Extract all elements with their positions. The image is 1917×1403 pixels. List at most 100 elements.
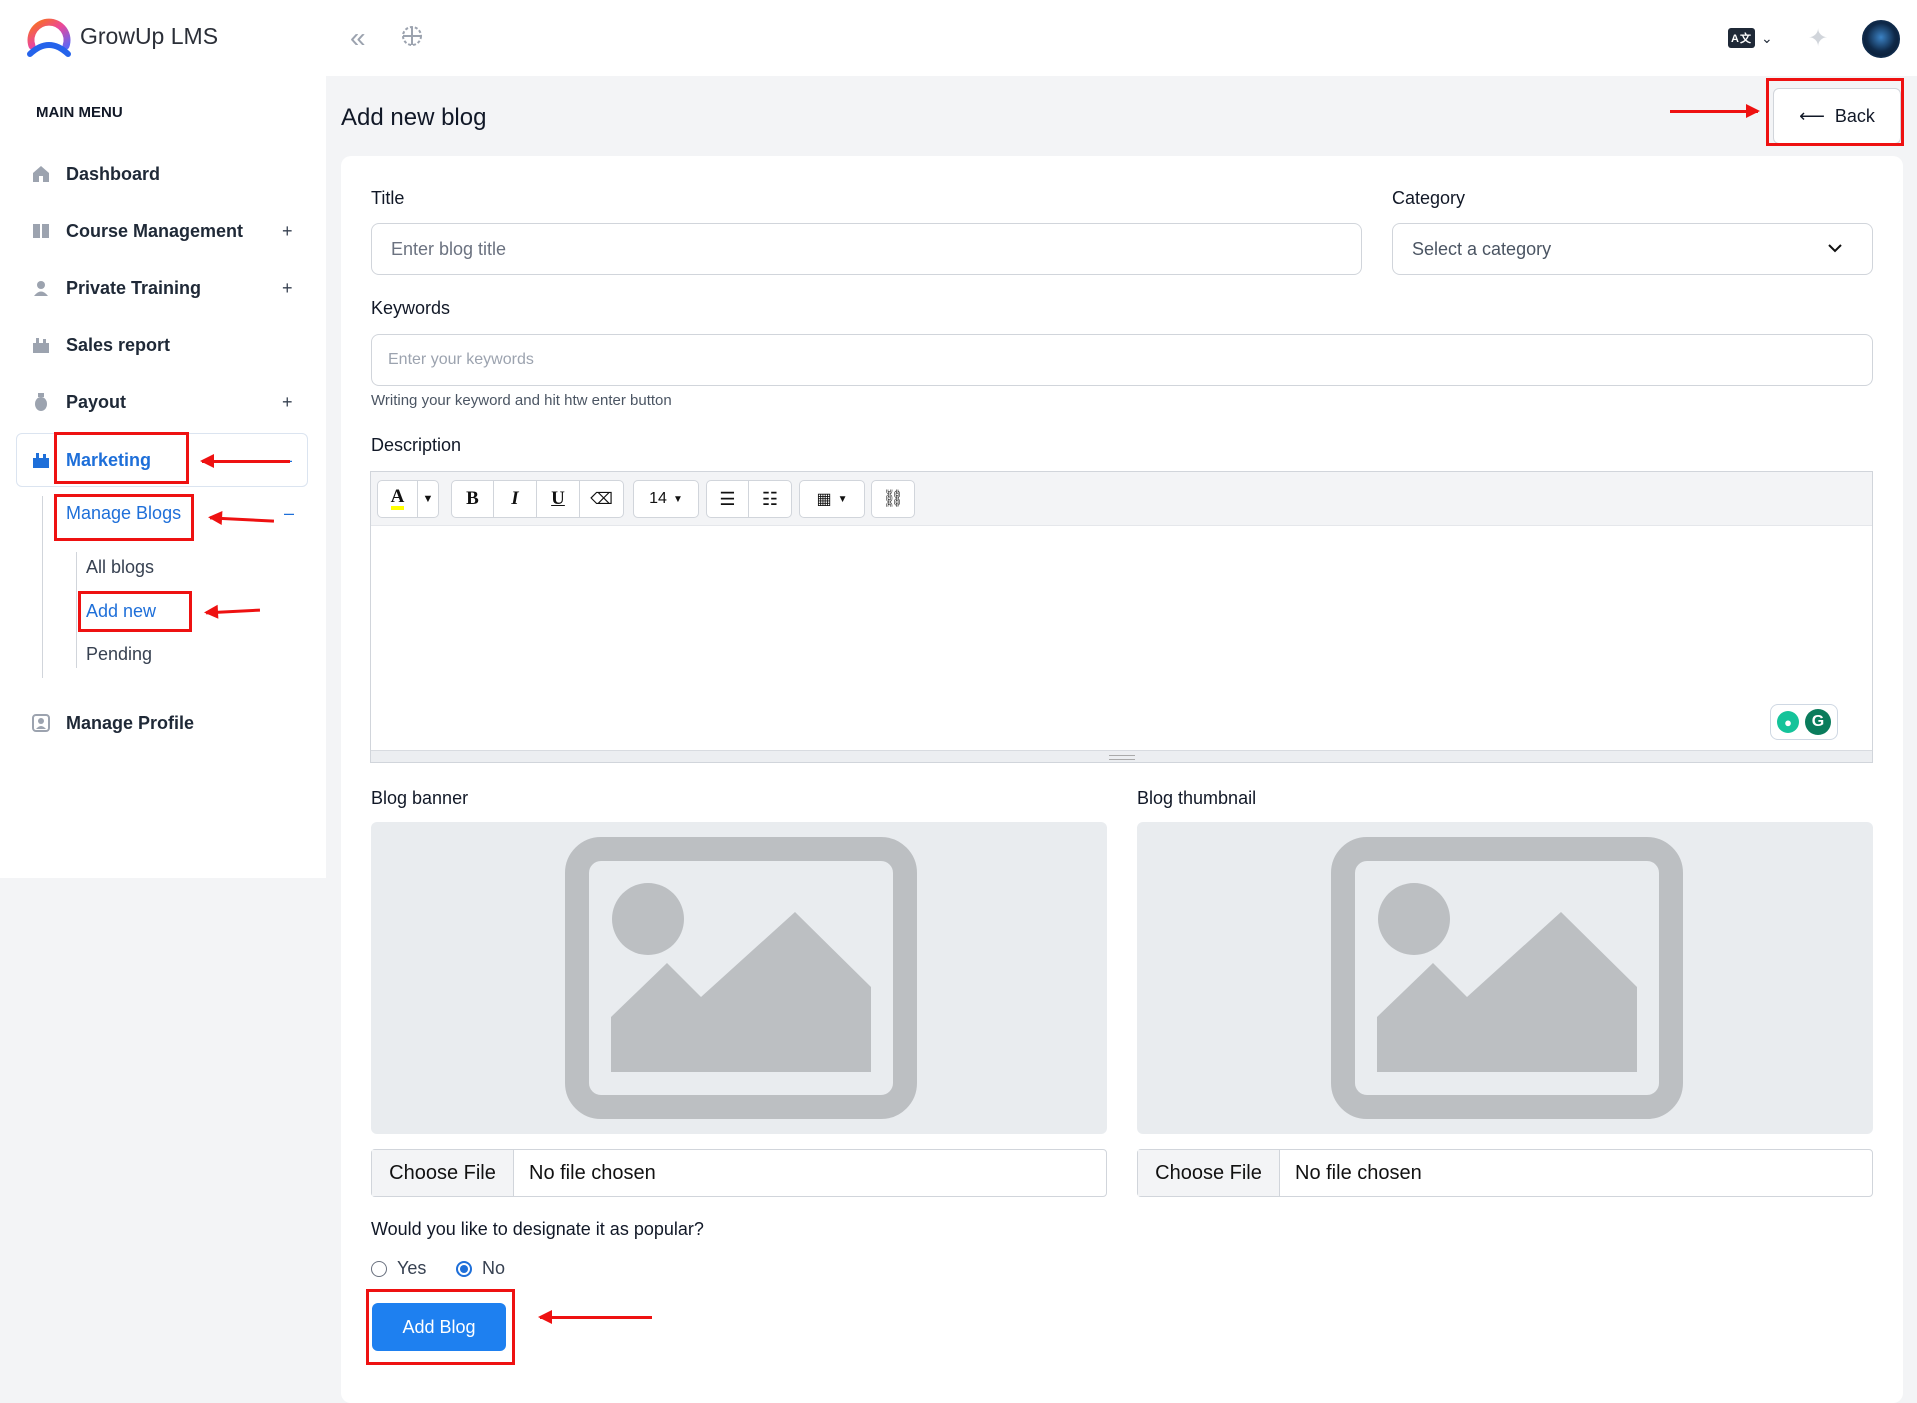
- sidebar-item-label: Course Management: [66, 220, 244, 241]
- chevron-down-icon: ⌄: [1760, 29, 1773, 46]
- main-menu-title: MAIN MENU: [36, 104, 123, 121]
- banner-image-placeholder: [371, 822, 1107, 1134]
- keywords-label: Keywords: [371, 298, 451, 318]
- grammarly-widget[interactable]: ● G: [1770, 704, 1838, 740]
- popular-yes-label: Yes: [397, 1258, 427, 1278]
- language-switcher[interactable]: A文 ⌄: [1728, 28, 1773, 48]
- back-label: Back: [1834, 105, 1875, 126]
- avatar[interactable]: [1862, 20, 1900, 58]
- text-color-button[interactable]: A: [378, 481, 418, 517]
- growup-logo: [27, 18, 71, 57]
- back-button[interactable]: ⟵ Back: [1773, 88, 1901, 144]
- chevron-down-icon: [1828, 244, 1842, 253]
- image-placeholder-icon: [1331, 837, 1683, 1119]
- sidebar-item-course-management[interactable]: Course Management +: [30, 211, 300, 251]
- numbered-list-icon[interactable]: ☷: [749, 481, 791, 517]
- grammarly-bulb-icon: ●: [1777, 711, 1799, 733]
- sidebar-item-manage-profile[interactable]: Manage Profile: [30, 703, 300, 743]
- marketing-icon: [30, 449, 52, 471]
- arrow-left-icon: ⟵: [1799, 105, 1825, 126]
- thumbnail-choose-file-button[interactable]: Choose File: [1138, 1150, 1280, 1196]
- expand-icon[interactable]: +: [282, 278, 293, 299]
- thumbnail-image-placeholder: [1137, 822, 1873, 1134]
- popular-no-label: No: [482, 1258, 506, 1278]
- rich-text-editor[interactable]: A ▼ B I U ⌫ 14 ▼ ☰ ☷ ▦ ▼ ⛓ ● G: [370, 471, 1873, 763]
- title-placeholder: Enter blog title: [391, 238, 507, 259]
- table-group: ▦ ▼: [799, 480, 865, 518]
- link-icon[interactable]: ⛓: [872, 481, 914, 517]
- add-blog-button[interactable]: Add Blog: [372, 1303, 506, 1351]
- expand-icon[interactable]: +: [282, 221, 293, 242]
- blog-banner-label: Blog banner: [371, 788, 469, 808]
- popular-yes-radio[interactable]: [371, 1260, 387, 1277]
- manage-blogs-toggle[interactable]: –: [284, 503, 294, 524]
- category-select[interactable]: Select a category: [1392, 223, 1873, 275]
- text-color-dropdown[interactable]: ▼: [418, 481, 438, 517]
- profile-icon: [30, 712, 52, 734]
- editor-resize-handle[interactable]: [371, 750, 1872, 762]
- sidebar-item-manage-blogs[interactable]: Manage Blogs: [66, 503, 181, 524]
- report-icon: [30, 334, 52, 356]
- sidebar-item-private-training[interactable]: Private Training +: [30, 268, 300, 308]
- page: GrowUp LMS « A文 ⌄ ✦ MAIN MENU Dashboard …: [0, 0, 1917, 1403]
- keywords-input[interactable]: Enter your keywords: [371, 334, 1873, 386]
- popular-yes-option[interactable]: Yes: [371, 1258, 426, 1279]
- text-color-group: A ▼: [377, 480, 439, 518]
- sidebar-item-label: Sales report: [66, 334, 171, 355]
- training-icon: [30, 277, 52, 299]
- title-label: Title: [371, 188, 405, 208]
- arrow-back: [1670, 104, 1760, 118]
- underline-button[interactable]: U: [537, 481, 580, 517]
- keywords-placeholder: Enter your keywords: [388, 351, 534, 368]
- popular-question: Would you like to designate it as popula…: [371, 1219, 704, 1239]
- book-icon: [30, 220, 52, 242]
- title-input[interactable]: Enter blog title: [371, 223, 1362, 275]
- thumbnail-file-input[interactable]: Choose File No file chosen: [1137, 1149, 1873, 1197]
- popular-no-option[interactable]: No: [456, 1258, 505, 1279]
- sparkle-icon[interactable]: ✦: [1808, 24, 1828, 53]
- brand-name: GrowUp LMS: [80, 23, 219, 49]
- editor-toolbar: A ▼ B I U ⌫ 14 ▼ ☰ ☷ ▦ ▼ ⛓: [371, 472, 1872, 526]
- money-bag-icon: [30, 391, 52, 413]
- image-placeholder-icon: [565, 837, 917, 1119]
- category-value: Select a category: [1412, 238, 1552, 259]
- sidebar-item-sales-report[interactable]: Sales report: [30, 325, 300, 365]
- submenu-guide-line-inner: [76, 552, 77, 668]
- arrow-marketing: [200, 454, 290, 468]
- popular-no-radio[interactable]: [456, 1260, 472, 1277]
- sidebar-item-dashboard[interactable]: Dashboard: [30, 154, 300, 194]
- banner-file-name: No file chosen: [529, 1161, 656, 1184]
- font-size-value: 14: [649, 490, 667, 507]
- collapse-icon[interactable]: «: [350, 22, 366, 54]
- sidebar-item-label: Private Training: [66, 277, 202, 298]
- description-label: Description: [371, 435, 462, 455]
- category-label: Category: [1392, 188, 1466, 208]
- sidebar-item-label: Manage Profile: [66, 712, 195, 733]
- banner-choose-file-button[interactable]: Choose File: [372, 1150, 514, 1196]
- globe-icon[interactable]: [400, 24, 424, 48]
- italic-button[interactable]: I: [494, 481, 537, 517]
- bold-button[interactable]: B: [452, 481, 494, 517]
- link-group: ⛓: [871, 480, 915, 518]
- thumbnail-file-name: No file chosen: [1295, 1161, 1422, 1184]
- expand-icon[interactable]: +: [282, 392, 293, 413]
- eraser-icon[interactable]: ⌫: [580, 481, 623, 517]
- format-group: B I U ⌫: [451, 480, 624, 518]
- bullet-list-icon[interactable]: ☰: [707, 481, 749, 517]
- caret-down-icon: ▼: [672, 493, 683, 505]
- banner-file-input[interactable]: Choose File No file chosen: [371, 1149, 1107, 1197]
- sidebar-item-payout[interactable]: Payout +: [30, 382, 300, 422]
- sidebar-item-label: Payout: [66, 391, 127, 412]
- top-bar: GrowUp LMS « A文 ⌄ ✦: [0, 0, 1917, 76]
- table-icon[interactable]: ▦ ▼: [800, 481, 864, 517]
- blog-thumbnail-label: Blog thumbnail: [1137, 788, 1257, 808]
- sidebar-item-add-new[interactable]: Add new: [86, 601, 156, 622]
- grammarly-icon: G: [1805, 709, 1831, 735]
- home-icon: [30, 163, 52, 185]
- sidebar-item-all-blogs[interactable]: All blogs: [86, 557, 154, 578]
- submenu-guide-line: [42, 496, 43, 678]
- sidebar-item-pending[interactable]: Pending: [86, 644, 152, 665]
- font-size-group: 14 ▼: [633, 480, 699, 518]
- font-size-dropdown[interactable]: 14 ▼: [634, 481, 698, 517]
- language-icon: A文: [1728, 28, 1755, 48]
